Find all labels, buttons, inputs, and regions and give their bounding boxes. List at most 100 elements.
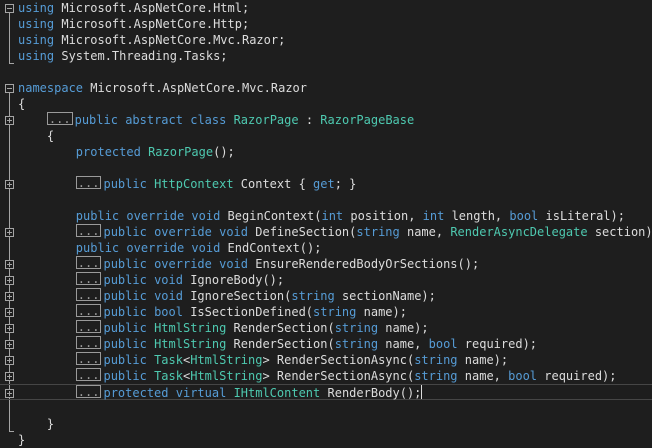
collapsed-region-ellipsis[interactable]: ...: [75, 304, 102, 317]
expand-fold-icon[interactable]: [5, 356, 14, 365]
code-line[interactable]: [0, 192, 652, 208]
code-line[interactable]: }: [0, 432, 652, 448]
code-line[interactable]: [0, 400, 652, 416]
text-token: DefineSection(: [248, 225, 357, 239]
keyword-token: public: [103, 305, 147, 319]
keyword-token: public: [103, 337, 147, 351]
text-token: }: [18, 417, 55, 431]
keyword-token: get: [313, 177, 335, 191]
keyword-token: public: [103, 257, 147, 271]
expand-fold-icon[interactable]: [5, 324, 14, 333]
keyword-token: public: [75, 241, 120, 255]
keyword-token: public: [74, 113, 118, 127]
keyword-token: void: [154, 289, 183, 303]
code-line[interactable]: [0, 160, 652, 176]
keyword-token: override: [154, 225, 212, 239]
collapsed-region-ellipsis[interactable]: ...: [75, 224, 102, 237]
code-line[interactable]: protected RazorPage();: [0, 144, 652, 160]
code-line[interactable]: ... public Task<HtmlString> RenderSection…: [0, 368, 652, 384]
collapse-fold-icon[interactable]: [5, 4, 14, 13]
keyword-token: public: [103, 353, 147, 367]
collapsed-region-ellipsis[interactable]: ...: [75, 368, 102, 381]
text-token: length,: [444, 209, 510, 223]
code-line[interactable]: namespace Microsoft.AspNetCore.Mvc.Razor: [0, 80, 652, 96]
expand-fold-icon[interactable]: [5, 340, 14, 349]
keyword-token: public: [75, 209, 120, 223]
collapsed-region-ellipsis[interactable]: ...: [46, 112, 73, 125]
expand-fold-icon[interactable]: [5, 260, 14, 269]
code-text: using Microsoft.AspNetCore.Html;: [18, 0, 249, 16]
code-line[interactable]: ... public void IgnoreBody();: [0, 272, 652, 288]
code-line[interactable]: ... public HtmlString RenderSection(strin…: [0, 320, 652, 336]
expand-fold-icon[interactable]: [5, 389, 14, 398]
text-token: ();: [213, 145, 235, 159]
code-line[interactable]: using Microsoft.AspNetCore.Html;: [0, 0, 652, 16]
text-cursor: [421, 385, 423, 399]
code-text: ... public HtmlString RenderSection(strin…: [18, 320, 429, 336]
code-text: ... protected virtual IHtmlContent Render…: [18, 385, 423, 401]
text-token: section);: [594, 225, 652, 239]
expand-fold-icon[interactable]: [5, 276, 14, 285]
expand-fold-icon[interactable]: [5, 116, 14, 125]
text-token: required);: [457, 337, 538, 351]
code-line[interactable]: using Microsoft.AspNetCore.Http;: [0, 16, 652, 32]
code-line[interactable]: [0, 64, 652, 80]
code-line[interactable]: {: [0, 128, 652, 144]
keyword-token: bool: [154, 305, 183, 319]
code-text: using Microsoft.AspNetCore.Mvc.Razor;: [18, 32, 285, 48]
keyword-token: public: [103, 177, 147, 191]
code-line[interactable]: public override void BeginContext(int po…: [0, 208, 652, 224]
code-line[interactable]: public override void EndContext();: [0, 240, 652, 256]
keyword-token: void: [191, 241, 221, 255]
code-text: ... public Task<HtmlString> RenderSection…: [18, 352, 508, 368]
code-line[interactable]: ... protected virtual IHtmlContent Render…: [0, 384, 652, 400]
code-line[interactable]: ... public HttpContext Context { get; }: [0, 176, 652, 192]
keyword-token: public: [103, 369, 147, 383]
keyword-token: void: [219, 257, 249, 271]
expand-fold-icon[interactable]: [5, 228, 14, 237]
collapsed-region-ellipsis[interactable]: ...: [75, 176, 102, 189]
collapsed-region-ellipsis[interactable]: ...: [75, 256, 102, 269]
collapsed-region-ellipsis[interactable]: ...: [75, 336, 102, 349]
collapsed-region-ellipsis[interactable]: ...: [75, 272, 102, 285]
code-line[interactable]: ... public Task<HtmlString> RenderSection…: [0, 352, 652, 368]
code-text: public override void BeginContext(int po…: [18, 208, 625, 224]
code-line[interactable]: ... public override void EnsureRenderedBo…: [0, 256, 652, 272]
collapsed-region-ellipsis[interactable]: ...: [75, 385, 102, 398]
expand-fold-icon[interactable]: [5, 292, 14, 301]
text-token: > RenderSectionAsync(: [262, 369, 415, 383]
code-text: ... public void IgnoreSection(string sect…: [18, 288, 436, 304]
expand-fold-icon[interactable]: [5, 180, 14, 189]
code-line[interactable]: {: [0, 96, 652, 112]
expand-fold-icon[interactable]: [5, 308, 14, 317]
keyword-token: override: [154, 257, 212, 271]
expand-fold-icon[interactable]: [5, 372, 14, 381]
keyword-token: void: [154, 273, 183, 287]
keyword-token: public: [103, 289, 147, 303]
collapsed-region-ellipsis[interactable]: ...: [75, 352, 102, 365]
code-text: {: [18, 128, 54, 144]
code-line[interactable]: ... public HtmlString RenderSection(strin…: [0, 336, 652, 352]
code-line[interactable]: ... public bool IsSectionDefined(string n…: [0, 304, 652, 320]
code-line[interactable]: }: [0, 416, 652, 432]
code-line[interactable]: using Microsoft.AspNetCore.Mvc.Razor;: [0, 32, 652, 48]
collapsed-region-ellipsis[interactable]: ...: [75, 320, 102, 333]
text-token: name);: [356, 305, 407, 319]
code-line[interactable]: ... public void IgnoreSection(string sect…: [0, 288, 652, 304]
code-line[interactable]: ... public override void DefineSection(st…: [0, 224, 652, 240]
code-editor[interactable]: using Microsoft.AspNetCore.Html; using Mi…: [0, 0, 652, 447]
text-token: RenderBody();: [320, 386, 422, 400]
code-line[interactable]: ... public abstract class RazorPage : Raz…: [0, 112, 652, 128]
collapsed-region-ellipsis[interactable]: ...: [75, 288, 102, 301]
code-line[interactable]: using System.Threading.Tasks;: [0, 48, 652, 64]
collapse-fold-icon[interactable]: [5, 84, 14, 93]
